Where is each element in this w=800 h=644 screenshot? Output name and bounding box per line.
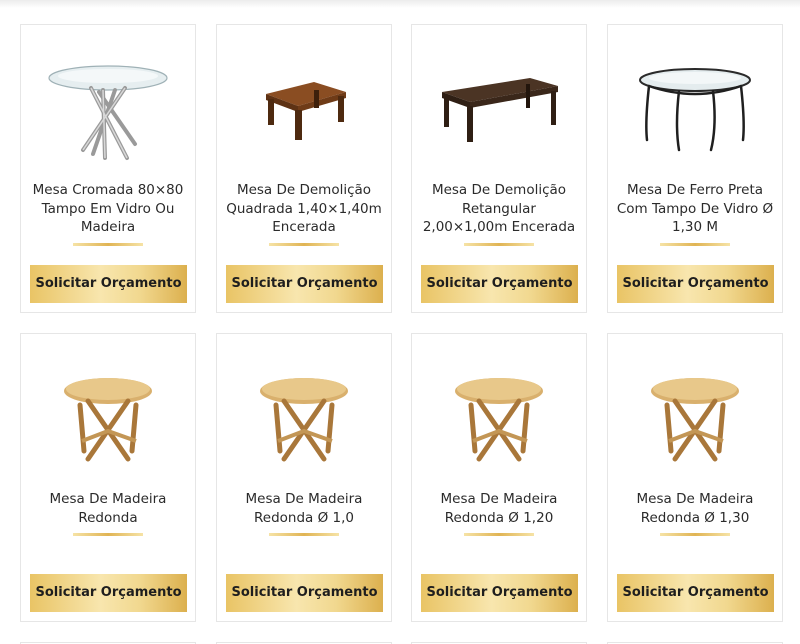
product-title[interactable]: Mesa De Demolição Quadrada 1,40×1,40m En… — [223, 181, 385, 237]
product-image[interactable] — [217, 348, 391, 488]
request-quote-button[interactable]: Solicitar Orçamento — [30, 574, 187, 612]
round-folding-table-icon — [651, 377, 739, 461]
product-title[interactable]: Mesa De Madeira Redonda Ø 1,20 — [418, 490, 580, 527]
product-image[interactable] — [608, 39, 782, 179]
iron-glass-table-icon — [639, 67, 751, 151]
product-grid: Mesa Cromada 80×80 Tampo Em Vidro Ou Mad… — [0, 0, 800, 644]
product-card[interactable]: Mesa De Madeira Redonda Ø 1,0 Solicitar … — [216, 333, 392, 622]
product-title[interactable]: Mesa Cromada 80×80 Tampo Em Vidro Ou Mad… — [27, 181, 189, 237]
product-card[interactable]: Mesa De Ferro Preta Com Tampo De Vidro Ø… — [607, 24, 783, 313]
title-underline — [73, 243, 143, 246]
request-quote-button[interactable]: Solicitar Orçamento — [617, 265, 774, 303]
title-underline — [73, 533, 143, 536]
request-quote-button[interactable]: Solicitar Orçamento — [226, 265, 383, 303]
product-image[interactable] — [217, 39, 391, 179]
product-card[interactable]: Mesa De Demolição Retangular 2,00×1,00m … — [411, 24, 587, 313]
product-image[interactable] — [21, 39, 195, 179]
title-underline — [660, 533, 730, 536]
product-title[interactable]: Mesa De Demolição Retangular 2,00×1,00m … — [418, 181, 580, 237]
round-folding-table-icon — [455, 377, 543, 461]
product-title[interactable]: Mesa De Ferro Preta Com Tampo De Vidro Ø… — [614, 181, 776, 237]
round-folding-table-icon — [260, 377, 348, 461]
product-image[interactable] — [608, 348, 782, 488]
product-card[interactable]: Mesa De Demolição Quadrada 1,40×1,40m En… — [216, 24, 392, 313]
title-underline — [269, 243, 339, 246]
round-folding-table-icon — [64, 377, 152, 461]
title-underline — [464, 533, 534, 536]
rect-wood-table-icon — [442, 77, 558, 142]
title-underline — [464, 243, 534, 246]
request-quote-button[interactable]: Solicitar Orçamento — [226, 574, 383, 612]
product-card[interactable]: Mesa De Madeira Redonda Ø 1,20 Solicitar… — [411, 333, 587, 622]
title-underline — [660, 243, 730, 246]
product-title[interactable]: Mesa De Madeira Redonda — [27, 490, 189, 527]
title-underline — [269, 533, 339, 536]
product-title[interactable]: Mesa De Madeira Redonda Ø 1,30 — [614, 490, 776, 527]
chrome-glass-table-icon — [48, 65, 168, 160]
product-image[interactable] — [21, 348, 195, 488]
request-quote-button[interactable]: Solicitar Orçamento — [30, 265, 187, 303]
product-card[interactable]: Mesa De Madeira Redonda Ø 1,30 Solicitar… — [607, 333, 783, 622]
request-quote-button[interactable]: Solicitar Orçamento — [617, 574, 774, 612]
request-quote-button[interactable]: Solicitar Orçamento — [421, 265, 578, 303]
product-card[interactable]: Mesa Cromada 80×80 Tampo Em Vidro Ou Mad… — [20, 24, 196, 313]
request-quote-button[interactable]: Solicitar Orçamento — [421, 574, 578, 612]
product-card[interactable]: Mesa De Madeira Redonda Solicitar Orçame… — [20, 333, 196, 622]
product-image[interactable] — [412, 39, 586, 179]
product-title[interactable]: Mesa De Madeira Redonda Ø 1,0 — [223, 490, 385, 527]
product-image[interactable] — [412, 348, 586, 488]
square-wood-table-icon — [266, 82, 346, 140]
